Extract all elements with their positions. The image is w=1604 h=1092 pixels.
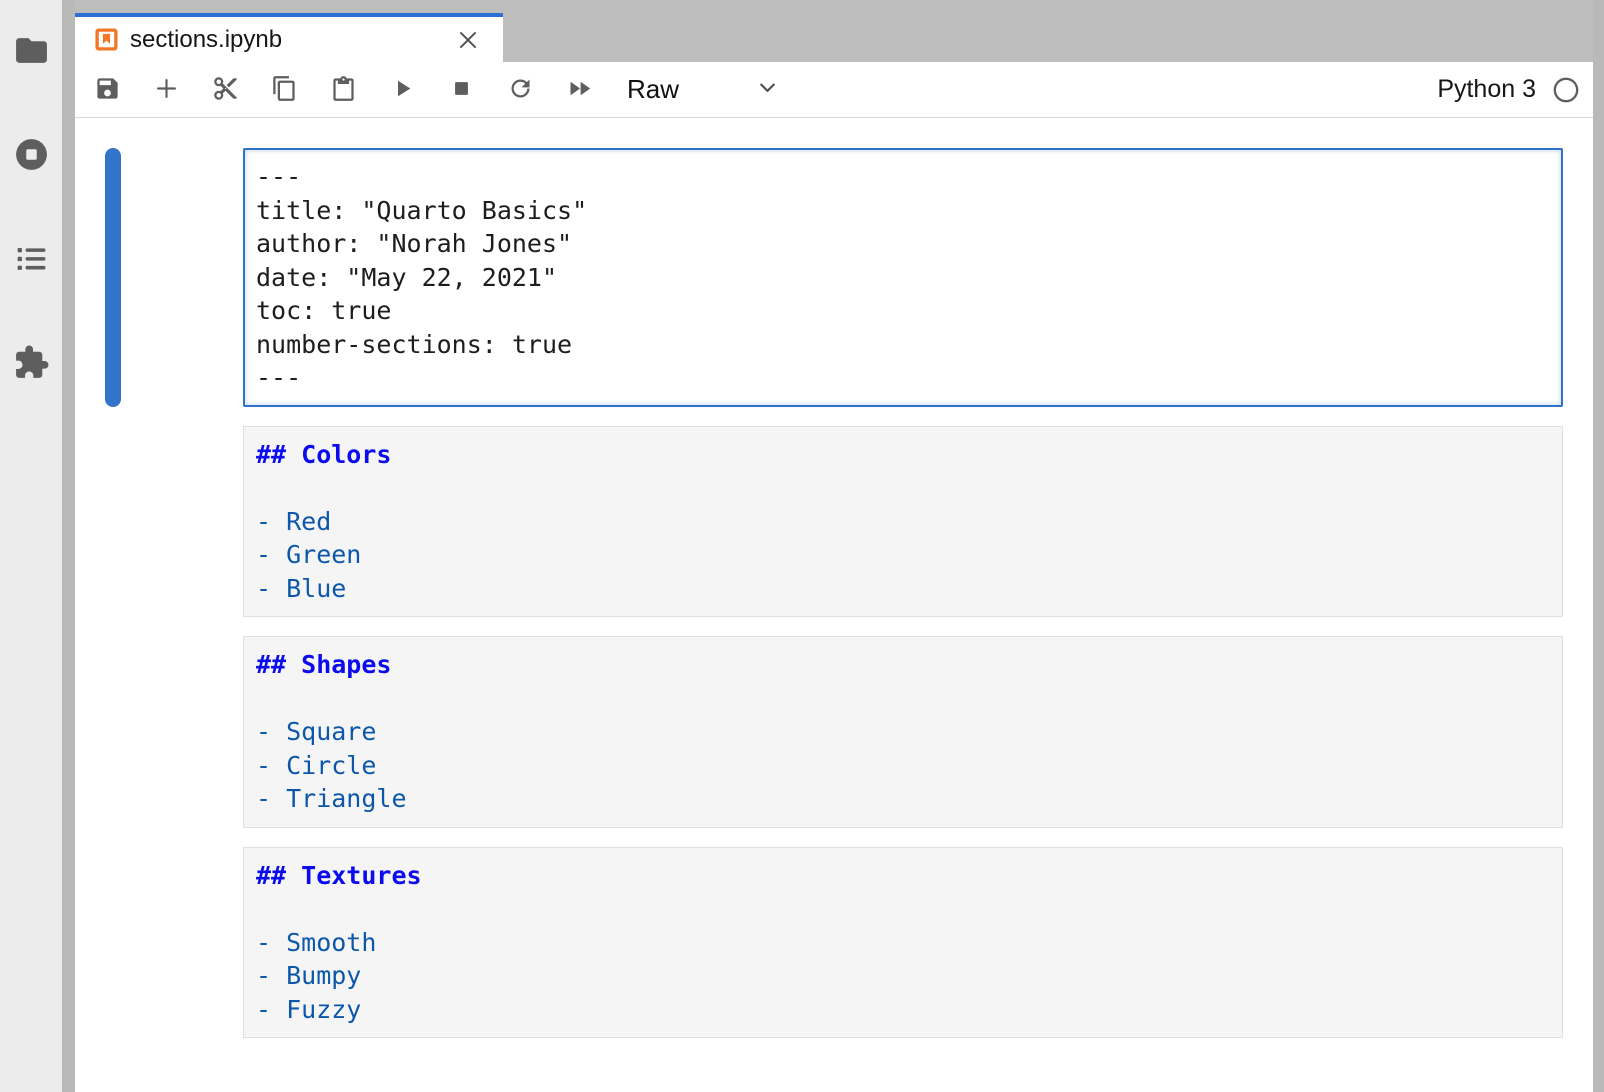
cell-type-value: Raw bbox=[627, 74, 679, 105]
markdown-list-item: - Blue bbox=[256, 572, 1550, 606]
notebook-panel: --- title: "Quarto Basics" author: "Nora… bbox=[75, 118, 1604, 1092]
markdown-list-item: - Bumpy bbox=[256, 959, 1550, 993]
cell-collapser[interactable] bbox=[105, 847, 121, 1039]
clipboard-icon bbox=[330, 75, 357, 105]
notebook-file-icon bbox=[94, 27, 119, 52]
folder-icon bbox=[13, 32, 50, 74]
jupyterlab-window: sections.ipynb bbox=[0, 0, 1604, 1092]
plus-icon bbox=[153, 75, 180, 105]
code-line: date: "May 22, 2021" bbox=[256, 261, 1550, 295]
code-line: number-sections: true bbox=[256, 328, 1550, 362]
notebook-toolbar: Raw Python 3 bbox=[75, 62, 1604, 118]
cell-type-dropdown[interactable]: Raw bbox=[627, 74, 779, 105]
tab-bar: sections.ipynb bbox=[75, 0, 1604, 62]
sidebar-divider bbox=[62, 0, 75, 1092]
list-icon bbox=[13, 240, 50, 282]
sidebar-item-running-kernels[interactable] bbox=[11, 137, 51, 177]
markdown-cell-editor[interactable]: ## Shapes - Square - Circle - Triangle bbox=[243, 636, 1563, 828]
raw-cell-frontmatter: --- title: "Quarto Basics" author: "Nora… bbox=[105, 148, 1563, 407]
run-cell-button[interactable] bbox=[380, 68, 424, 112]
vertical-scrollbar[interactable] bbox=[1593, 0, 1604, 1092]
cell-prompt-area bbox=[121, 847, 243, 1039]
stop-circle-icon bbox=[13, 136, 50, 178]
cell-prompt-area bbox=[121, 636, 243, 828]
main-panel: sections.ipynb bbox=[75, 0, 1604, 1092]
markdown-list-item: - Red bbox=[256, 505, 1550, 539]
markdown-list-item: - Triangle bbox=[256, 782, 1550, 816]
markdown-heading: ## Textures bbox=[256, 859, 1550, 893]
markdown-list-item: - Circle bbox=[256, 749, 1550, 783]
cell-prompt-area bbox=[121, 148, 243, 407]
refresh-icon bbox=[507, 75, 534, 105]
code-line: author: "Norah Jones" bbox=[256, 227, 1550, 261]
tab-sections-ipynb[interactable]: sections.ipynb bbox=[75, 13, 503, 62]
blank-line bbox=[256, 471, 1550, 505]
markdown-cell-editor[interactable]: ## Textures - Smooth - Bumpy - Fuzzy bbox=[243, 847, 1563, 1039]
restart-kernel-button[interactable] bbox=[498, 68, 542, 112]
markdown-list-item: - Green bbox=[256, 538, 1550, 572]
play-icon bbox=[389, 75, 416, 105]
markdown-heading: ## Colors bbox=[256, 438, 1550, 472]
cell-collapser[interactable] bbox=[105, 148, 121, 407]
code-line: title: "Quarto Basics" bbox=[256, 194, 1550, 228]
paste-cell-button[interactable] bbox=[321, 68, 365, 112]
markdown-list-item: - Square bbox=[256, 715, 1550, 749]
scissors-icon bbox=[212, 75, 239, 105]
kernel-idle-circle-icon bbox=[1552, 76, 1580, 104]
sidebar-item-file-browser[interactable] bbox=[11, 33, 51, 73]
code-line: toc: true bbox=[256, 294, 1550, 328]
cell-collapser[interactable] bbox=[105, 426, 121, 618]
code-line: --- bbox=[256, 361, 1550, 395]
copy-icon bbox=[271, 75, 298, 105]
run-all-cells-button[interactable] bbox=[557, 68, 601, 112]
raw-cell-editor[interactable]: --- title: "Quarto Basics" author: "Nora… bbox=[243, 148, 1563, 407]
tab-title: sections.ipynb bbox=[130, 26, 282, 54]
markdown-cell-editor[interactable]: ## Colors - Red - Green - Blue bbox=[243, 426, 1563, 618]
activity-sidebar bbox=[0, 0, 62, 1092]
save-button[interactable] bbox=[85, 68, 129, 112]
kernel-name[interactable]: Python 3 bbox=[1437, 75, 1536, 104]
floppy-disk-icon bbox=[94, 75, 121, 105]
stop-square-icon bbox=[448, 75, 475, 105]
cut-cell-button[interactable] bbox=[203, 68, 247, 112]
markdown-heading: ## Shapes bbox=[256, 648, 1550, 682]
sidebar-item-extensions[interactable] bbox=[11, 345, 51, 385]
markdown-cell-shapes: ## Shapes - Square - Circle - Triangle bbox=[105, 636, 1563, 828]
markdown-cell-textures: ## Textures - Smooth - Bumpy - Fuzzy bbox=[105, 847, 1563, 1039]
insert-cell-button[interactable] bbox=[144, 68, 188, 112]
fast-forward-icon bbox=[566, 75, 593, 105]
interrupt-kernel-button[interactable] bbox=[439, 68, 483, 112]
cell-collapser[interactable] bbox=[105, 636, 121, 828]
chevron-down-icon bbox=[756, 76, 779, 104]
close-icon[interactable] bbox=[455, 27, 481, 53]
sidebar-item-table-of-contents[interactable] bbox=[11, 241, 51, 281]
markdown-list-item: - Fuzzy bbox=[256, 993, 1550, 1027]
markdown-cell-colors: ## Colors - Red - Green - Blue bbox=[105, 426, 1563, 618]
blank-line bbox=[256, 892, 1550, 926]
blank-line bbox=[256, 682, 1550, 716]
copy-cell-button[interactable] bbox=[262, 68, 306, 112]
puzzle-icon bbox=[13, 344, 50, 386]
cell-prompt-area bbox=[121, 426, 243, 618]
code-line: --- bbox=[256, 160, 1550, 194]
markdown-list-item: - Smooth bbox=[256, 926, 1550, 960]
